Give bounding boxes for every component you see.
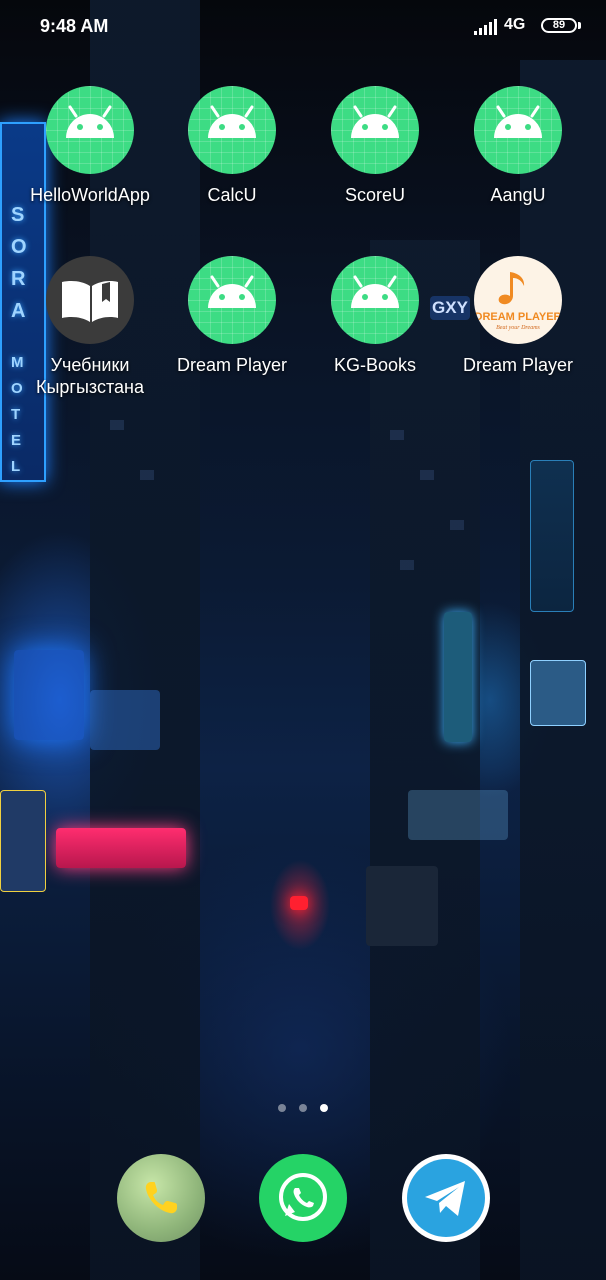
android-icon [188, 86, 276, 174]
app-helloworldapp[interactable]: HelloWorldApp [15, 86, 165, 206]
dock-telegram[interactable] [402, 1154, 490, 1242]
app-label: ScoreU [344, 185, 406, 205]
app-dream-player[interactable]: DREAM PLAYER Beat your Dreams Dream Play… [443, 256, 593, 376]
status-time: 9:48 AM [40, 16, 109, 36]
dream-player-icon-subtext: Beat your Dreams [496, 325, 540, 331]
app-calcu[interactable]: CalcU [157, 86, 307, 206]
app-label: Dream Player [462, 355, 574, 375]
open-book-icon [46, 256, 134, 344]
signal-strength-icon [474, 19, 498, 35]
dock-phone[interactable] [117, 1154, 205, 1242]
page-dot-active[interactable] [320, 1104, 328, 1112]
page-dot[interactable] [299, 1104, 307, 1112]
app-label: HelloWorldApp [30, 185, 150, 205]
app-label: Dream Player [176, 355, 288, 375]
android-icon [188, 256, 276, 344]
app-label: KG-Books [333, 355, 417, 375]
android-icon [331, 86, 419, 174]
app-kg-books[interactable]: KG-Books [300, 256, 450, 376]
phone-icon [145, 1182, 177, 1214]
page-indicator [278, 1104, 330, 1114]
app-aangu[interactable]: AangU [443, 86, 593, 206]
app-label: CalcU [207, 185, 257, 205]
network-type: 4G [504, 16, 526, 33]
android-icon [46, 86, 134, 174]
app-scoreu[interactable]: ScoreU [300, 86, 450, 206]
battery-nub [578, 22, 581, 29]
android-icon [474, 86, 562, 174]
app-dream-player-android[interactable]: Dream Player [157, 256, 307, 376]
app-label: Учебники Кыргызстана [36, 355, 144, 397]
page-dot[interactable] [278, 1104, 286, 1112]
app-label: AangU [490, 185, 546, 205]
battery-icon: 89 [541, 18, 577, 33]
dream-player-icon: DREAM PLAYER Beat your Dreams [474, 256, 562, 344]
dock-whatsapp[interactable] [259, 1154, 347, 1242]
telegram-icon [407, 1159, 485, 1237]
android-icon [331, 256, 419, 344]
whatsapp-icon [279, 1173, 327, 1221]
dream-player-icon-text: DREAM PLAYER [475, 311, 562, 323]
app-uchebniki-kyrgyzstana[interactable]: Учебники Кыргызстана [15, 256, 165, 398]
status-bar: 9:48 AM 4G 89 [0, 0, 606, 54]
